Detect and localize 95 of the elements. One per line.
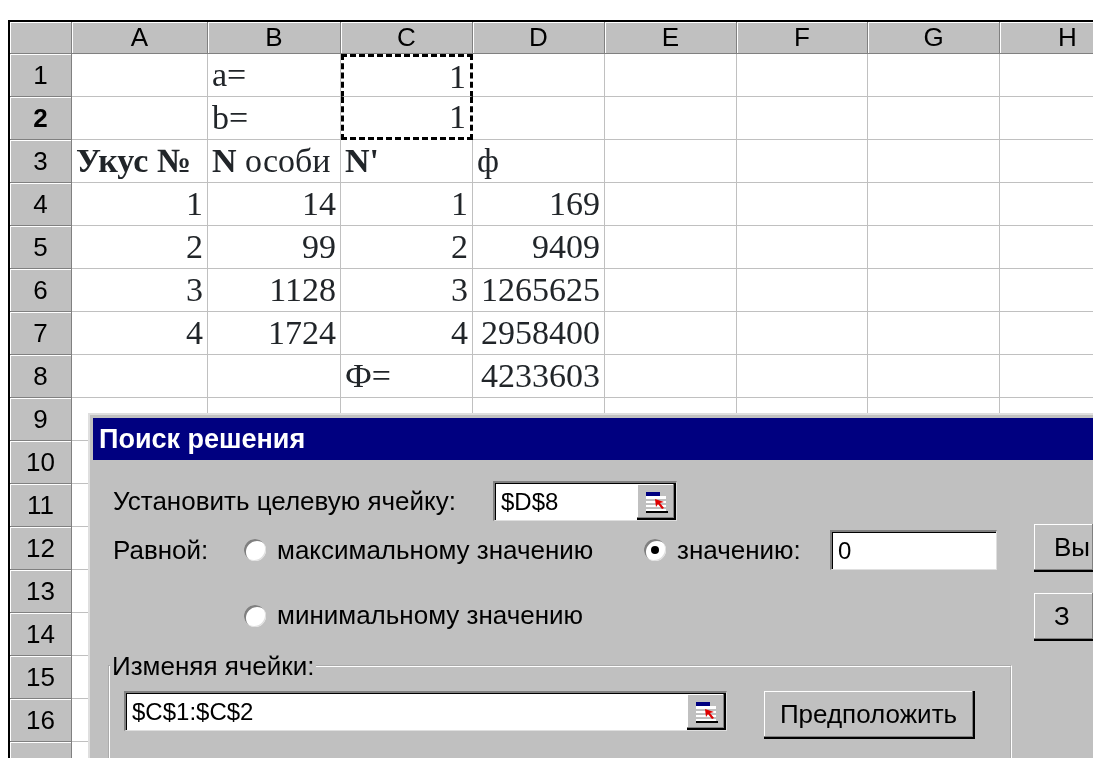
table-cell[interactable]: [868, 183, 1000, 226]
table-cell[interactable]: 1: [341, 183, 473, 226]
table-cell[interactable]: Укус №: [72, 140, 208, 183]
column-header[interactable]: B: [208, 22, 341, 54]
table-cell[interactable]: [605, 269, 737, 312]
table-cell[interactable]: [737, 140, 868, 183]
table-cell[interactable]: 1128: [208, 269, 341, 312]
row-header[interactable]: 11: [10, 484, 72, 527]
table-cell[interactable]: 3: [341, 269, 473, 312]
table-cell[interactable]: [868, 54, 1000, 97]
row-header[interactable]: 9: [10, 398, 72, 441]
option-label[interactable]: минимальному значению: [277, 596, 584, 635]
row-header[interactable]: 2: [10, 97, 72, 140]
table-cell[interactable]: 2958400: [473, 312, 605, 355]
column-header[interactable]: A: [72, 22, 208, 54]
table-cell[interactable]: 169: [473, 183, 605, 226]
table-cell[interactable]: [605, 355, 737, 398]
table-cell[interactable]: 1: [341, 97, 473, 140]
table-cell[interactable]: [868, 97, 1000, 140]
table-cell[interactable]: [72, 97, 208, 140]
guess-button[interactable]: Предположить: [764, 691, 975, 739]
table-cell[interactable]: a=: [208, 54, 341, 97]
table-cell[interactable]: [208, 355, 341, 398]
table-cell[interactable]: [868, 312, 1000, 355]
column-header[interactable]: E: [605, 22, 737, 54]
table-cell[interactable]: [605, 312, 737, 355]
radio-button[interactable]: [644, 539, 666, 561]
table-cell[interactable]: [605, 54, 737, 97]
dialog-button[interactable]: З: [1034, 593, 1093, 641]
table-cell[interactable]: [605, 226, 737, 269]
table-cell[interactable]: [868, 226, 1000, 269]
row-header[interactable]: 3: [10, 140, 72, 183]
dialog-button[interactable]: Вы: [1034, 524, 1093, 572]
row-header[interactable]: 1: [10, 54, 72, 97]
table-cell[interactable]: 1: [341, 54, 473, 97]
column-header[interactable]: G: [868, 22, 1000, 54]
field-label: Установить целевую ячейку:: [113, 484, 457, 518]
table-cell[interactable]: [72, 54, 208, 97]
row-header[interactable]: 8: [10, 355, 72, 398]
option-label[interactable]: максимальному значению: [277, 530, 594, 570]
table-cell[interactable]: [737, 183, 868, 226]
row-header[interactable]: 12: [10, 527, 72, 570]
radio-button[interactable]: [244, 604, 266, 627]
column-header[interactable]: D: [473, 22, 605, 54]
table-cell[interactable]: [737, 269, 868, 312]
table-cell[interactable]: [737, 312, 868, 355]
field-label: Равной:: [113, 533, 210, 567]
table-cell[interactable]: [605, 140, 737, 183]
table-cell[interactable]: [868, 140, 1000, 183]
table-cell[interactable]: b=: [208, 97, 341, 140]
table-cell[interactable]: 1724: [208, 312, 341, 355]
column-header[interactable]: F: [737, 22, 868, 54]
table-cell[interactable]: [868, 355, 1000, 398]
table-cell[interactable]: [868, 269, 1000, 312]
table-cell[interactable]: [605, 97, 737, 140]
row-header[interactable]: 15: [10, 656, 72, 699]
table-cell[interactable]: 3: [72, 269, 208, 312]
table-cell[interactable]: 14: [208, 183, 341, 226]
row-header[interactable]: 7: [10, 312, 72, 355]
row-header[interactable]: [10, 742, 72, 758]
table-cell[interactable]: 9409: [473, 226, 605, 269]
table-cell[interactable]: N': [341, 140, 473, 183]
table-cell[interactable]: 2: [72, 226, 208, 269]
table-cell[interactable]: [737, 97, 868, 140]
table-cell[interactable]: [737, 355, 868, 398]
table-cell[interactable]: N особи: [208, 140, 341, 183]
row-header[interactable]: 10: [10, 441, 72, 484]
column-header[interactable]: C: [341, 22, 473, 54]
table-cell[interactable]: 99: [208, 226, 341, 269]
row-header[interactable]: 4: [10, 183, 72, 226]
table-cell[interactable]: ф: [473, 140, 605, 183]
row-header[interactable]: 5: [10, 226, 72, 269]
dialog-title: Поиск решения: [93, 418, 1093, 460]
table-cell[interactable]: [473, 54, 605, 97]
table-cell[interactable]: [605, 183, 737, 226]
table-cell[interactable]: 4: [72, 312, 208, 355]
option-label[interactable]: значению:: [677, 530, 801, 570]
select-all-corner[interactable]: [10, 22, 72, 54]
table-cell[interactable]: Ф=: [341, 355, 473, 398]
column-header[interactable]: H: [1000, 22, 1093, 54]
table-cell[interactable]: 1: [72, 183, 208, 226]
table-cell[interactable]: [737, 226, 868, 269]
row-header[interactable]: 6: [10, 269, 72, 312]
radio-button[interactable]: [244, 539, 266, 561]
value-field[interactable]: 0: [830, 530, 997, 570]
row-header[interactable]: 13: [10, 570, 72, 613]
table-cell[interactable]: 4: [341, 312, 473, 355]
table-cell[interactable]: 4233603: [473, 355, 605, 398]
table-cell[interactable]: 1265625: [473, 269, 605, 312]
table-cell[interactable]: [473, 97, 605, 140]
row-header[interactable]: 14: [10, 613, 72, 656]
table-cell[interactable]: [72, 355, 208, 398]
table-cell[interactable]: [737, 54, 868, 97]
row-header[interactable]: 16: [10, 699, 72, 742]
table-cell[interactable]: 2: [341, 226, 473, 269]
